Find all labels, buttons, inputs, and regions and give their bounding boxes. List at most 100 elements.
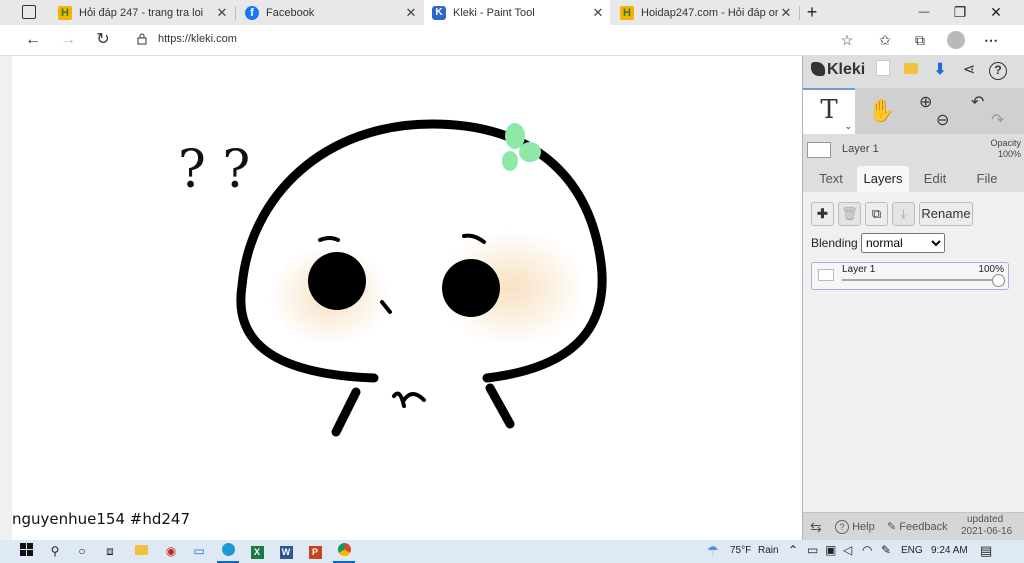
chevron-up-icon[interactable]: ⌃	[788, 543, 798, 557]
text-tool-icon: T	[820, 95, 838, 125]
add-layer-button[interactable]: ✚	[811, 202, 834, 226]
tab-actions-icon[interactable]	[22, 5, 36, 19]
layer-name: Layer 1	[842, 264, 876, 275]
monitor-icon[interactable]: ▭	[190, 543, 208, 560]
updated-date: 2021-06-16	[961, 526, 1013, 537]
language-indicator[interactable]: ENG	[901, 545, 923, 556]
tab-title: Kleki - Paint Tool	[453, 6, 535, 19]
close-window-button[interactable]: ✕	[981, 3, 1011, 21]
tab-hoidap[interactable]: H Hỏi đáp 247 - trang tra loi ✕	[50, 0, 234, 25]
text-tool-button[interactable]: T ⌄	[803, 88, 855, 134]
kleki-panel: Kleki ⬇ ⋖ ? T ⌄ ✋ ⊕ ⊖ ↶ ↷ Layer 1 Opacit…	[802, 56, 1024, 541]
clock[interactable]: 9:24 AM	[931, 545, 968, 556]
current-layer-name: Layer 1	[842, 143, 879, 155]
tab-title: Facebook	[266, 6, 315, 19]
tab-file[interactable]: File	[963, 166, 1011, 192]
open-folder-icon[interactable]	[901, 60, 921, 80]
tab-title: Hỏi đáp 247 - trang tra loi	[79, 6, 204, 19]
maximize-button[interactable]: ❐	[945, 3, 975, 21]
feedback-link[interactable]: ✎ Feedback	[887, 520, 948, 533]
search-icon[interactable]: ⚲	[46, 543, 64, 560]
feedback-icon: ✎	[887, 521, 897, 533]
tab-facebook[interactable]: f Facebook ✕	[237, 0, 423, 25]
tab-close-icon[interactable]: ✕	[214, 5, 230, 21]
tab-layers[interactable]: Layers	[857, 166, 909, 192]
task-view-icon[interactable]: ⧈	[101, 543, 119, 560]
merge-layer-button[interactable]: ⤓	[892, 202, 915, 226]
tab-edit[interactable]: Edit	[911, 166, 959, 192]
collections-icon[interactable]: ⧉	[911, 31, 929, 49]
tab-title: Hoidap247.com - Hỏi đáp online	[641, 6, 778, 19]
cortana-icon[interactable]: ○	[73, 543, 91, 560]
download-icon[interactable]: ⬇	[930, 60, 950, 80]
delete-layer-button[interactable]: 🗑	[838, 202, 861, 226]
weather-text[interactable]: Rain	[758, 545, 779, 556]
minimize-button[interactable]: —	[909, 3, 939, 21]
wifi-icon[interactable]: ◠	[862, 543, 872, 557]
layer-opacity-slider-handle[interactable]	[992, 274, 1005, 287]
file-explorer-icon[interactable]	[132, 543, 150, 560]
undo-icon[interactable]: ↶	[971, 92, 984, 112]
tab-text[interactable]: Text	[807, 166, 855, 192]
profile-avatar[interactable]	[947, 31, 965, 49]
hand-tool-button[interactable]: ✋	[857, 88, 907, 134]
layer-thumbnail	[807, 142, 831, 158]
undo-redo-buttons: ↶ ↷	[961, 88, 1021, 134]
tab-hoidap247[interactable]: H Hoidap247.com - Hỏi đáp online ✕	[612, 0, 798, 25]
favorite-add-icon[interactable]: ☆	[838, 31, 856, 49]
hoidap247-favicon-icon: H	[620, 5, 634, 20]
word-icon[interactable]: W	[277, 543, 295, 560]
panel-tabs: Text Layers Edit File	[803, 166, 1024, 192]
weather-icon[interactable]: ☂	[707, 543, 719, 559]
share-icon[interactable]: ⋖	[959, 60, 979, 80]
new-tab-button[interactable]: +	[797, 3, 827, 21]
favorites-icon[interactable]: ✩	[876, 31, 894, 49]
tool-bar: T ⌄ ✋ ⊕ ⊖ ↶ ↷	[803, 88, 1024, 134]
help-circle-icon: ?	[835, 520, 849, 534]
rename-button[interactable]: Rename	[919, 202, 973, 226]
opacity-label: Opacity	[990, 138, 1021, 148]
zoom-in-icon[interactable]: ⊕	[919, 92, 932, 112]
notifications-icon[interactable]: ▤	[980, 543, 992, 559]
help-link[interactable]: ? Help	[835, 520, 875, 534]
tab-close-icon[interactable]: ✕	[778, 5, 794, 21]
url-field[interactable]: https://kleki.com	[158, 33, 237, 45]
layer-item[interactable]: Layer 1 100%	[811, 262, 1009, 290]
tab-kleki[interactable]: K Kleki - Paint Tool ✕	[424, 0, 610, 25]
powerpoint-icon[interactable]: P	[306, 543, 324, 560]
redo-icon[interactable]: ↷	[991, 110, 1004, 130]
excel-icon[interactable]: X	[248, 543, 266, 560]
current-layer-row[interactable]: Layer 1 Opacity 100%	[805, 138, 1021, 162]
layer-thumbnail	[818, 269, 834, 281]
tab-close-icon[interactable]: ✕	[590, 5, 606, 21]
pen-icon[interactable]: ✎	[881, 543, 891, 557]
tray-app-icon[interactable]: ▣	[825, 543, 836, 557]
tab-close-icon[interactable]: ✕	[403, 5, 419, 21]
drawing-illustration	[236, 119, 607, 437]
hand-icon: ✋	[868, 98, 896, 123]
taskbar: ⚲ ○ ⧈ ◉ ▭ X W P ☂ 75°F Rain ⌃ ▭ ▣ ◁ ◠ ✎ …	[0, 540, 1024, 563]
app-icon-red[interactable]: ◉	[162, 543, 180, 560]
duplicate-layer-button[interactable]: ⧉	[865, 202, 888, 226]
forward-arrow-icon[interactable]: →	[57, 30, 79, 50]
edge-browser-icon[interactable]	[219, 543, 237, 560]
help-circle-icon[interactable]: ?	[988, 60, 1008, 80]
blending-select[interactable]: normal	[861, 233, 945, 253]
drawing-canvas[interactable]: ? ?	[0, 56, 802, 540]
zoom-out-icon[interactable]: ⊖	[936, 110, 949, 130]
windows-start-icon[interactable]	[17, 543, 35, 560]
chevron-down-icon[interactable]: ⌄	[844, 121, 852, 132]
layer-opacity-slider[interactable]	[842, 279, 998, 281]
weather-temp[interactable]: 75°F	[730, 545, 751, 556]
speaker-icon[interactable]: ◁	[843, 543, 852, 557]
address-bar: ← → ↻ https://kleki.com ☆ ✩ ⧉ ⋯	[0, 25, 1024, 56]
back-arrow-icon[interactable]: ←	[22, 30, 44, 50]
question-marks: ? ?	[178, 140, 251, 200]
swap-sides-icon[interactable]: ⇆	[810, 519, 822, 536]
hoidap-favicon-icon: H	[58, 5, 72, 20]
lock-icon	[137, 33, 147, 45]
settings-more-icon[interactable]: ⋯	[982, 31, 1000, 49]
refresh-icon[interactable]: ↻	[92, 30, 114, 50]
chrome-icon[interactable]	[335, 543, 353, 560]
new-image-icon[interactable]	[873, 60, 893, 80]
